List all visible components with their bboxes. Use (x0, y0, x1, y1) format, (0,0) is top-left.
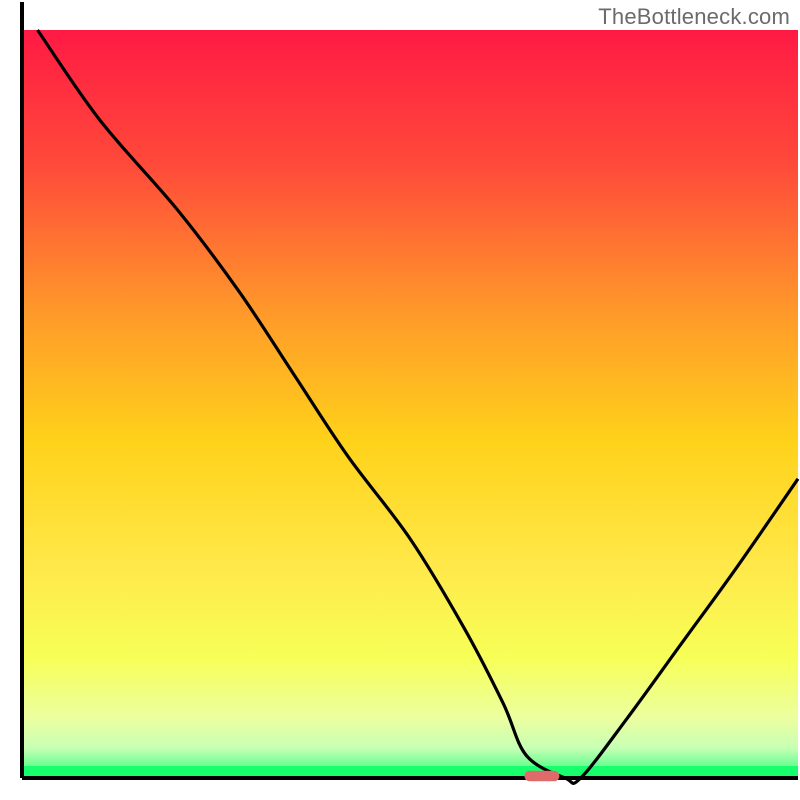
watermark-text: TheBottleneck.com (598, 4, 790, 30)
bottleneck-chart (0, 0, 800, 800)
chart-container: TheBottleneck.com (0, 0, 800, 800)
gradient-background (22, 30, 798, 778)
optimum-marker (524, 771, 559, 781)
